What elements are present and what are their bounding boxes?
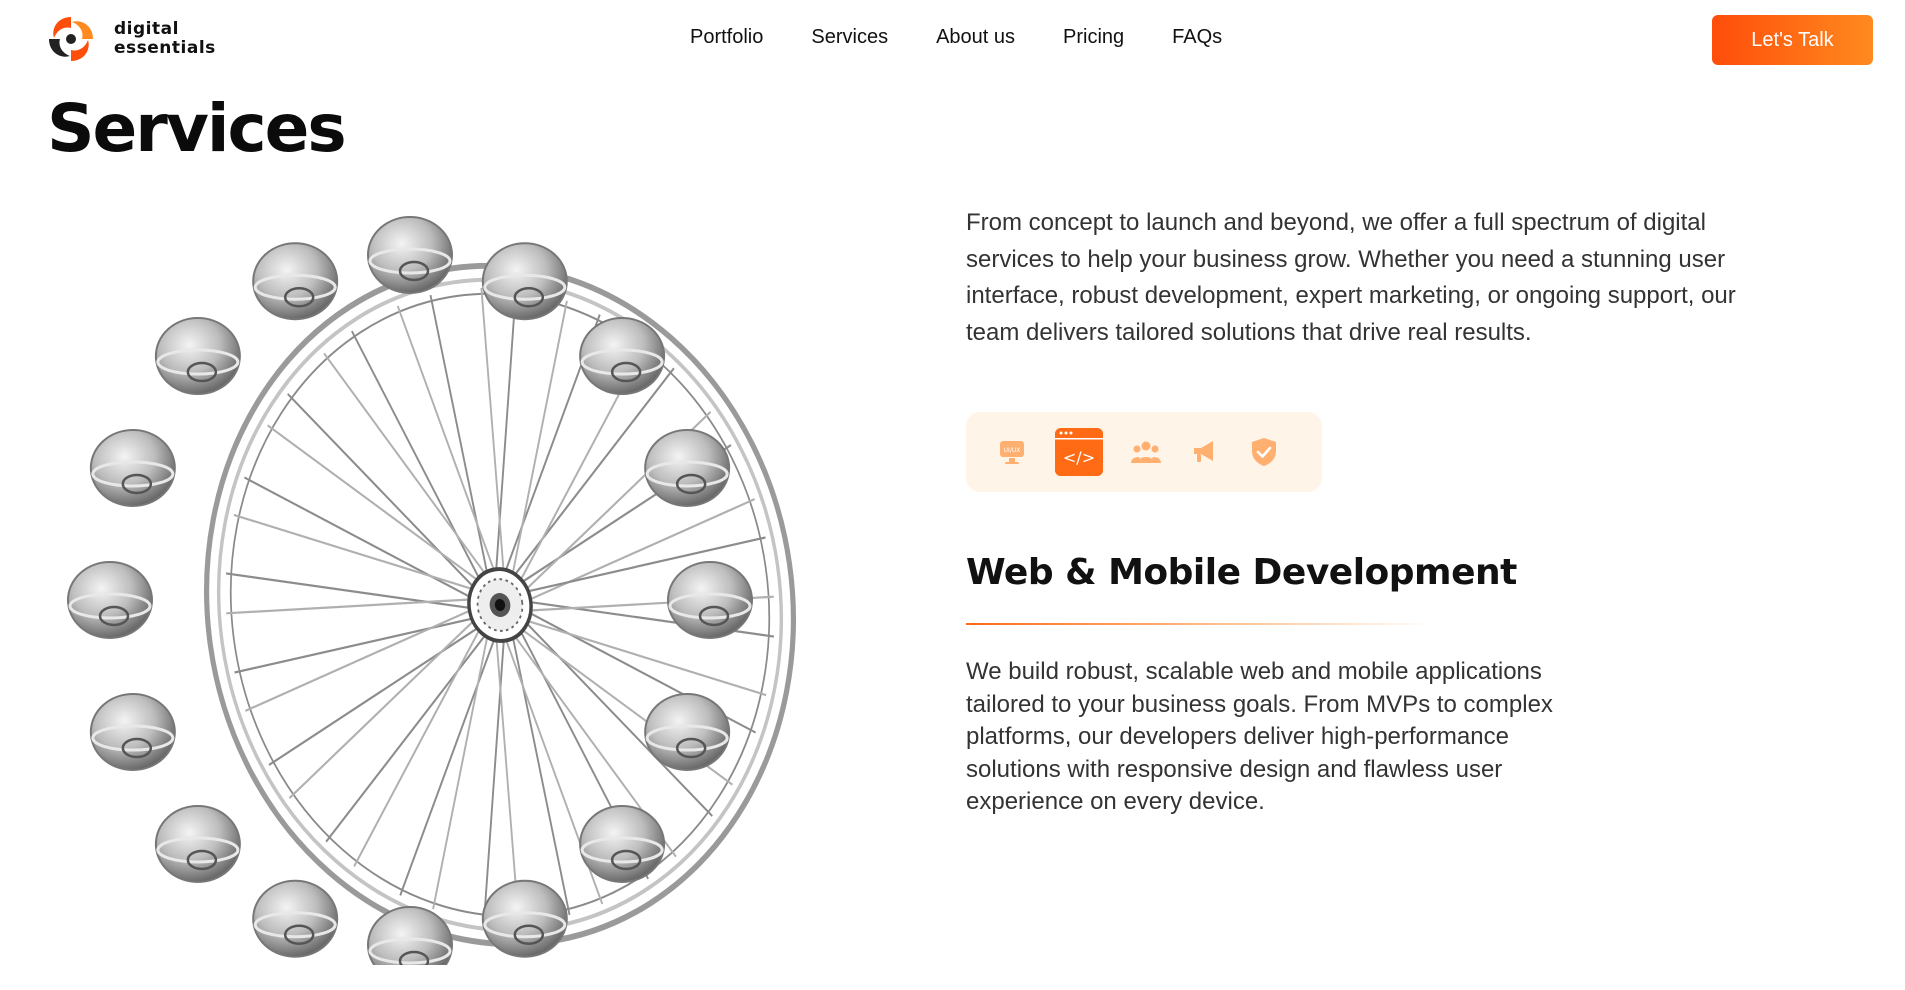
ferris-cabin: [154, 317, 241, 396]
ferris-cabin: [481, 242, 568, 321]
site-header: digital essentials Portfolio Services Ab…: [0, 0, 1905, 80]
ferris-cabin: [667, 561, 753, 639]
brand-logo[interactable]: digital essentials: [46, 14, 216, 64]
brand-line-1: digital: [114, 19, 179, 39]
megaphone-icon[interactable]: [1189, 436, 1221, 468]
nav-services[interactable]: Services: [811, 26, 888, 49]
code-window-icon[interactable]: </>: [1055, 428, 1103, 476]
nav-about-us[interactable]: About us: [936, 26, 1015, 49]
ferris-wheel-illustration: [67, 216, 796, 965]
code-tag-label: </>: [1063, 448, 1095, 467]
ferris-cabin: [154, 804, 241, 883]
service-title: Web & Mobile Development: [966, 552, 1517, 593]
ferris-cabin: [481, 879, 568, 958]
logo-swirl-icon: [49, 17, 93, 61]
ferris-cabin: [67, 561, 153, 639]
ferris-cabin: [89, 693, 176, 772]
ferris-cabin: [644, 428, 731, 507]
ferris-cabin: [579, 317, 666, 396]
ferris-cabin: [89, 428, 176, 507]
ferris-cabin: [367, 216, 453, 294]
ui-ux-label: UI/UX: [1004, 447, 1021, 454]
ui-ux-monitor-icon[interactable]: UI/UX: [996, 436, 1028, 468]
main-nav: Portfolio Services About us Pricing FAQs: [690, 26, 1270, 49]
ferris-cabin: [252, 242, 339, 321]
brand-line-2: essentials: [114, 38, 216, 58]
ferris-cabin: [644, 693, 731, 772]
nav-faqs[interactable]: FAQs: [1172, 26, 1222, 49]
lets-talk-button[interactable]: Let's Talk: [1712, 15, 1873, 65]
nav-pricing[interactable]: Pricing: [1063, 26, 1124, 49]
service-divider: [966, 623, 1436, 625]
service-description: We build robust, scalable web and mobile…: [966, 658, 1553, 815]
ferris-cabin: [252, 879, 339, 958]
service-tab-bar: UI/UX </>: [966, 412, 1322, 492]
services-intro: From concept to launch and beyond, we of…: [966, 209, 1736, 346]
team-icon[interactable]: [1130, 436, 1162, 468]
nav-portfolio[interactable]: Portfolio: [690, 26, 763, 49]
brand-wordmark: digital essentials: [114, 20, 216, 58]
shield-check-icon[interactable]: [1248, 436, 1280, 468]
ferris-cabin: [367, 906, 453, 965]
page-title: Services: [47, 90, 347, 167]
ferris-cabin: [579, 804, 666, 883]
